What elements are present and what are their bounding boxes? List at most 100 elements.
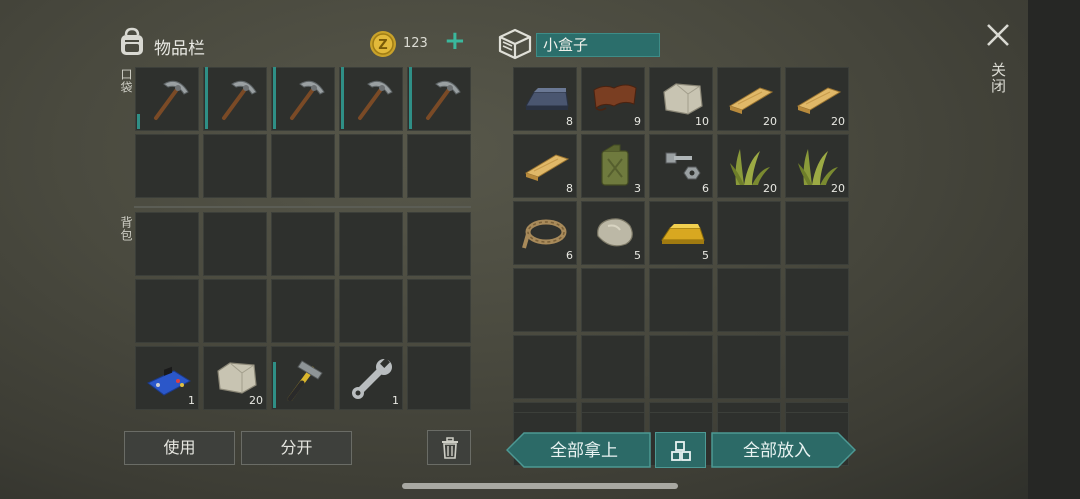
leather-icon xyxy=(593,84,637,111)
box-slot[interactable] xyxy=(581,268,645,332)
backpack-icon xyxy=(121,27,143,55)
backpack-slot[interactable] xyxy=(339,279,403,343)
backpack-slot[interactable]: 20 xyxy=(203,346,267,410)
durability-bar xyxy=(273,67,276,129)
storage-box-icon xyxy=(498,28,532,60)
durability-bar xyxy=(341,67,344,129)
pocket-slot[interactable] xyxy=(271,67,335,131)
item-quantity: 1 xyxy=(188,394,195,407)
box-slot[interactable] xyxy=(785,335,849,399)
pocket-slot[interactable] xyxy=(339,134,403,198)
svg-text:Z: Z xyxy=(378,38,387,53)
backpack-slot[interactable] xyxy=(135,212,199,276)
box-slot[interactable] xyxy=(649,268,713,332)
box-slot[interactable]: 8 xyxy=(513,67,577,131)
pocket-slot[interactable] xyxy=(271,134,335,198)
item-quantity: 20 xyxy=(763,182,777,195)
pocket-slot[interactable] xyxy=(135,134,199,198)
durability-bar xyxy=(273,361,276,408)
backpack-slot[interactable] xyxy=(203,212,267,276)
put-all-button[interactable]: 全部放入 xyxy=(711,432,856,468)
take-all-button[interactable]: 全部拿上 xyxy=(506,432,651,468)
pickaxe-icon xyxy=(154,80,189,120)
item-quantity: 8 xyxy=(566,115,573,128)
box-slot[interactable]: 3 xyxy=(581,134,645,198)
box-slot[interactable] xyxy=(649,402,713,413)
box-slot[interactable]: 6 xyxy=(513,201,577,265)
pocket-slot[interactable] xyxy=(135,67,199,131)
close-label[interactable]: 关闭 xyxy=(988,62,1009,94)
item-quantity: 9 xyxy=(634,115,641,128)
backpack-slot[interactable] xyxy=(271,279,335,343)
box-slot[interactable]: 20 xyxy=(717,134,781,198)
backpack-slot[interactable] xyxy=(271,346,335,410)
item-quantity: 10 xyxy=(695,115,709,128)
box-name-field[interactable]: 小盒子 xyxy=(536,33,660,57)
coin-icon: Z xyxy=(370,31,396,57)
use-button[interactable]: 使用 xyxy=(124,431,235,465)
section-divider xyxy=(134,206,471,208)
durability-bar xyxy=(205,67,208,129)
right-edge-band xyxy=(1028,0,1080,499)
item-quantity: 1 xyxy=(392,394,399,407)
box-slot[interactable] xyxy=(649,335,713,399)
wrench-icon xyxy=(352,358,392,399)
box-slot[interactable]: 5 xyxy=(581,201,645,265)
item-quantity: 20 xyxy=(831,115,845,128)
trash-icon xyxy=(442,437,458,459)
item-quantity: 20 xyxy=(763,115,777,128)
pocket-slot[interactable] xyxy=(203,67,267,131)
pickaxe-icon xyxy=(426,80,461,120)
box-slot[interactable]: 20 xyxy=(717,67,781,131)
close-icon[interactable] xyxy=(985,22,1011,48)
box-slot[interactable] xyxy=(785,201,849,265)
box-slot[interactable] xyxy=(513,268,577,332)
hammer-icon xyxy=(287,360,323,401)
sort-button[interactable] xyxy=(655,432,706,468)
box-slot[interactable] xyxy=(785,268,849,332)
backpack-slot[interactable] xyxy=(135,279,199,343)
wood-plank-icon xyxy=(524,154,570,181)
trash-button[interactable] xyxy=(427,430,471,465)
backpack-slot[interactable]: 1 xyxy=(135,346,199,410)
item-quantity: 20 xyxy=(249,394,263,407)
pocket-slot[interactable] xyxy=(339,67,403,131)
circuit-board-icon xyxy=(147,366,191,396)
box-slot[interactable] xyxy=(513,402,577,413)
box-slot[interactable] xyxy=(717,268,781,332)
grid-sort-icon xyxy=(671,441,691,461)
backpack-slot[interactable] xyxy=(407,279,471,343)
box-slot[interactable] xyxy=(513,335,577,399)
inventory-title: 物品栏 xyxy=(154,39,205,59)
rope-icon xyxy=(522,219,567,249)
backpack-slot[interactable]: 1 xyxy=(339,346,403,410)
put-all-label: 全部放入 xyxy=(743,441,811,461)
box-slot[interactable]: 9 xyxy=(581,67,645,131)
box-slot[interactable] xyxy=(785,402,849,413)
box-slot[interactable] xyxy=(581,335,645,399)
backpack-slot[interactable] xyxy=(271,212,335,276)
backpack-slot[interactable] xyxy=(407,212,471,276)
item-quantity: 3 xyxy=(634,182,641,195)
box-slot[interactable]: 10 xyxy=(649,67,713,131)
coin-count: 123 xyxy=(403,36,428,51)
pickaxe-icon xyxy=(290,80,325,120)
box-slot[interactable] xyxy=(717,402,781,413)
box-slot[interactable]: 5 xyxy=(649,201,713,265)
bolt-nut-icon xyxy=(665,152,701,180)
split-button[interactable]: 分开 xyxy=(241,431,352,465)
box-slot[interactable] xyxy=(717,335,781,399)
box-slot[interactable]: 20 xyxy=(785,134,849,198)
pocket-slot[interactable] xyxy=(407,67,471,131)
box-slot[interactable]: 20 xyxy=(785,67,849,131)
add-coins-button[interactable]: + xyxy=(444,28,466,54)
backpack-slot[interactable] xyxy=(407,346,471,410)
box-slot[interactable]: 6 xyxy=(649,134,713,198)
pocket-slot[interactable] xyxy=(203,134,267,198)
backpack-slot[interactable] xyxy=(339,212,403,276)
backpack-slot[interactable] xyxy=(203,279,267,343)
box-slot[interactable] xyxy=(717,201,781,265)
pocket-slot[interactable] xyxy=(407,134,471,198)
box-slot[interactable]: 8 xyxy=(513,134,577,198)
box-slot[interactable] xyxy=(581,402,645,413)
